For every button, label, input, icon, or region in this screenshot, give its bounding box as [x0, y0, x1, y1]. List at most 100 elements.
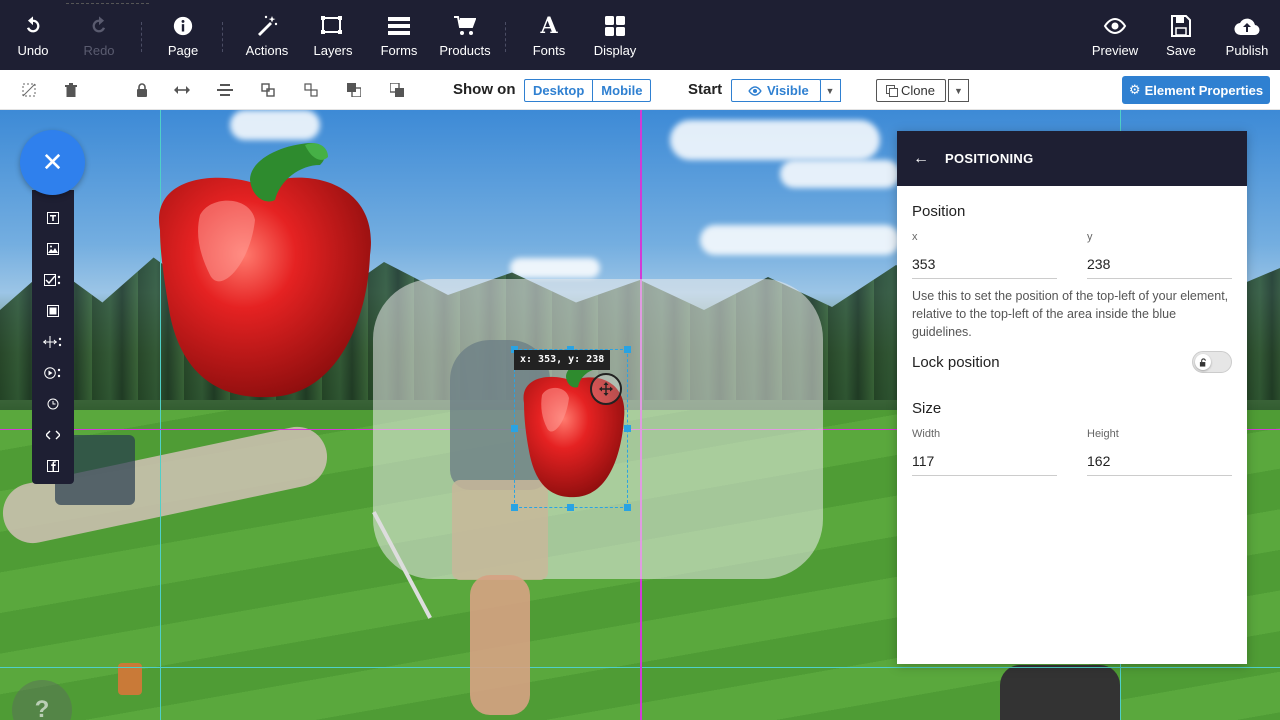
resize-handle[interactable] [624, 346, 631, 353]
timer-tool-icon[interactable] [32, 388, 74, 419]
size-section-title: Size [912, 400, 942, 417]
clone-label: Clone [901, 83, 935, 98]
layers-icon [320, 13, 346, 39]
lock-icon[interactable] [131, 80, 153, 100]
layers-button[interactable]: Layers [308, 0, 358, 70]
toolbar-separator [141, 22, 142, 52]
redo-icon [88, 13, 110, 39]
undo-button[interactable]: Undo [10, 0, 56, 70]
magic-wand-icon [255, 13, 279, 39]
publish-label: Publish [1225, 42, 1269, 58]
list-icon [388, 13, 410, 39]
clone-button[interactable]: Clone [876, 79, 946, 102]
box-tool-icon[interactable] [32, 295, 74, 326]
toolbar-separator [505, 22, 506, 52]
width-input[interactable] [912, 446, 1057, 476]
eye-icon [1103, 13, 1127, 39]
x-position-input[interactable] [912, 249, 1057, 279]
grid-icon [605, 13, 625, 39]
bring-forward-icon[interactable] [343, 80, 365, 100]
video-tool-icon[interactable] [32, 357, 74, 388]
image-tool-icon[interactable] [32, 233, 74, 264]
resize-handle[interactable] [624, 425, 631, 432]
checkbox-tool-icon[interactable] [32, 264, 74, 295]
stretch-horizontal-icon[interactable] [171, 80, 193, 100]
start-label: Start [688, 81, 723, 98]
back-arrow-icon[interactable]: ← [913, 150, 929, 168]
cart-icon [454, 13, 476, 39]
y-position-input[interactable] [1087, 249, 1232, 279]
resize-handle[interactable] [624, 504, 631, 511]
gear-icon: ⚙ [1128, 82, 1141, 97]
resize-handle[interactable] [511, 425, 518, 432]
background-cloud [780, 160, 900, 188]
redo-label: Redo [83, 42, 115, 58]
save-label: Save [1166, 42, 1196, 58]
publish-button[interactable]: Publish [1220, 0, 1274, 70]
lock-position-toggle[interactable] [1192, 351, 1232, 373]
unlock-icon [1195, 354, 1211, 370]
fonts-button[interactable]: A Fonts [526, 0, 572, 70]
divider-tool-icon[interactable] [32, 326, 74, 357]
element-toolbar: Show on Desktop Mobile Start Visible ▼ C… [0, 70, 1280, 110]
undo-label: Undo [17, 42, 49, 58]
pepper-image-large[interactable] [140, 135, 380, 405]
actions-label: Actions [245, 42, 289, 58]
layers-label: Layers [313, 42, 353, 58]
code-tool-icon[interactable] [32, 419, 74, 450]
show-on-label: Show on [453, 81, 516, 98]
move-cursor-icon [590, 373, 622, 405]
forms-label: Forms [380, 42, 418, 58]
eye-icon [748, 85, 762, 96]
element-side-toolbar [32, 190, 74, 484]
actions-button[interactable]: Actions [240, 0, 294, 70]
position-help-text: Use this to set the position of the top-… [912, 289, 1229, 339]
align-center-icon[interactable] [214, 80, 236, 100]
page-button[interactable]: Page [160, 0, 206, 70]
height-field-label: Height [1087, 428, 1119, 440]
display-button[interactable]: Display [590, 0, 640, 70]
desktop-option[interactable]: Desktop [525, 80, 592, 101]
preview-label: Preview [1091, 42, 1139, 58]
position-section-title: Position [912, 203, 966, 220]
font-icon: A [540, 12, 558, 39]
trash-icon[interactable] [60, 80, 82, 100]
golf-bag [1000, 665, 1120, 720]
fonts-label: Fonts [532, 42, 566, 58]
send-backward-icon[interactable] [386, 80, 408, 100]
save-button[interactable]: Save [1160, 0, 1202, 70]
top-toolbar: Undo Redo Page Actions Layers Forms Prod… [0, 0, 1280, 70]
redo-button[interactable]: Redo [76, 0, 122, 70]
resize-handle[interactable] [511, 504, 518, 511]
forms-button[interactable]: Forms [376, 0, 422, 70]
x-field-label: x [912, 231, 918, 243]
start-visibility-select[interactable]: Visible [731, 79, 821, 102]
undo-icon [22, 13, 44, 39]
products-button[interactable]: Products [435, 0, 495, 70]
element-properties-button[interactable]: ⚙ Element Properties [1122, 76, 1270, 104]
text-tool-icon[interactable] [32, 202, 74, 233]
social-tool-icon[interactable] [32, 450, 74, 481]
mobile-option[interactable]: Mobile [592, 80, 650, 101]
page-label: Page [167, 42, 199, 58]
chevron-down-icon[interactable]: ▼ [948, 79, 969, 102]
floppy-disk-icon [1171, 13, 1191, 39]
lock-position-label: Lock position [912, 354, 1000, 371]
height-input[interactable] [1087, 446, 1232, 476]
info-icon [172, 13, 194, 39]
toolbar-separator [222, 22, 223, 52]
deselect-icon[interactable] [18, 80, 40, 100]
ungroup-icon[interactable] [300, 80, 322, 100]
positioning-panel: ← POSITIONING Position x y Use this to s… [897, 131, 1247, 664]
golfer-figure [470, 575, 530, 715]
copy-icon [886, 84, 898, 97]
background-cloud [510, 258, 600, 278]
element-properties-label: Element Properties [1144, 82, 1264, 98]
close-icon[interactable]: ✕ [20, 130, 85, 195]
preview-button[interactable]: Preview [1088, 0, 1142, 70]
chevron-down-icon[interactable]: ▼ [820, 79, 841, 102]
resize-handle[interactable] [567, 504, 574, 511]
group-icon[interactable] [257, 80, 279, 100]
panel-header: ← POSITIONING [897, 131, 1247, 186]
background-cloud [700, 225, 900, 255]
